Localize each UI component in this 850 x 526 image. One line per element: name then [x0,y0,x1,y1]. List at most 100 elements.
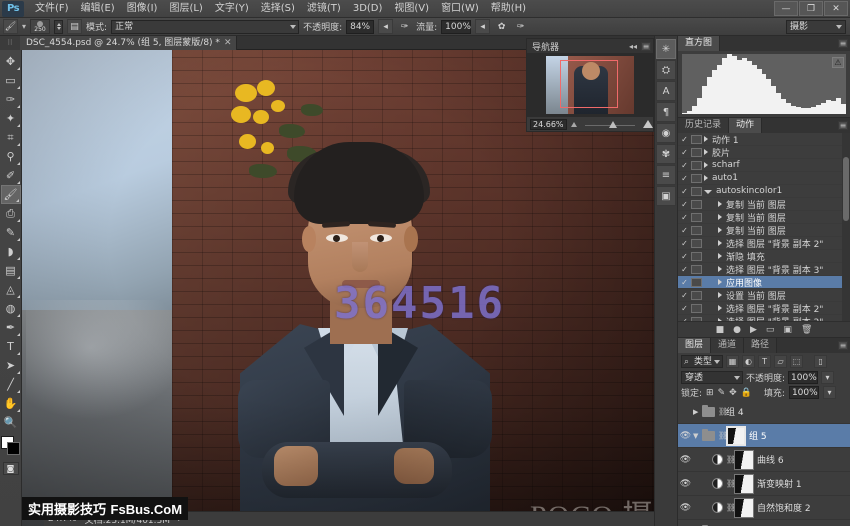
airbrush-pressure-opacity-icon[interactable]: ✑ [397,19,412,34]
action-toggle-check[interactable]: ✓ [678,174,691,183]
marquee-tool[interactable]: ▭ [1,71,21,90]
action-row[interactable]: ✓动作 1 [678,133,850,146]
new-action-button[interactable]: ▣ [783,325,792,335]
action-toggle-check[interactable]: ✓ [678,265,691,274]
minimize-button[interactable]: — [774,1,798,16]
histogram-menu-icon[interactable]: ≡ [838,39,848,48]
mask-link-icon[interactable]: ⛓ [718,431,726,440]
tablet-pressure-icon[interactable]: ✑ [513,19,528,34]
zoom-in-icon[interactable] [643,120,653,128]
action-dialog-toggle[interactable] [691,252,702,261]
record-action-button[interactable]: ● [733,325,741,335]
tab-channels[interactable]: 通道 [711,338,744,353]
tab-histogram[interactable]: 直方图 [678,36,720,51]
action-row[interactable]: ✓scharf [678,159,850,172]
action-toggle-check[interactable]: ✓ [678,291,691,300]
eye-icon[interactable]: 👁 [678,479,693,489]
mask-link-icon[interactable]: ⛓ [726,503,734,512]
character-rail-icon[interactable]: A [656,81,676,101]
eye-icon[interactable]: 👁 [678,431,693,441]
color-swatches[interactable] [1,436,21,458]
tab-grip-handle[interactable]: ⁝⁝ [0,36,20,50]
dodge-tool[interactable]: ◍ [1,299,21,318]
action-row[interactable]: ✓渐隐 填充 [678,250,850,263]
close-icon[interactable]: ✕ [224,36,232,50]
action-toggle-check[interactable]: ✓ [678,239,691,248]
mask-link-icon[interactable]: ⛓ [726,455,734,464]
layer-mask-thumbnail[interactable] [734,498,754,518]
layer-opacity-stepper[interactable]: ▾ [821,371,834,384]
lock-transparent-icon[interactable]: ⊞ [706,388,714,398]
delete-action-button[interactable]: 🗑 [801,325,812,335]
action-row[interactable]: ✓autoskincolor1 [678,185,850,198]
action-toggle-check[interactable]: ✓ [678,161,691,170]
action-toggle-check[interactable]: ✓ [678,187,691,196]
action-toggle-check[interactable]: ✓ [678,200,691,209]
clone-stamp-tool[interactable]: ⎙ [1,204,21,223]
filter-pixel-icon[interactable]: ▦ [726,355,739,368]
layer-mask-thumbnail[interactable] [734,450,754,470]
chevron-right-icon[interactable] [718,266,722,272]
tab-history[interactable]: 历史记录 [678,118,729,133]
action-toggle-check[interactable]: ✓ [678,252,691,261]
layers-list[interactable]: ▫▶⛓组 4👁▼⛓组 5👁⛓曲线 6👁⛓渐变映射 1👁⛓自然饱和度 2👁▼⛓Do… [678,400,850,526]
brush-tool-preview-icon[interactable]: 🖌 [3,19,18,34]
eye-icon[interactable]: ▫ [678,407,693,417]
layer-row[interactable]: 👁▼⛓组 5 [678,424,850,448]
path-select-tool[interactable]: ➤ [1,356,21,375]
action-row[interactable]: ✓设置 当前 图层 [678,289,850,302]
menu-layer[interactable]: 图层(L) [163,0,208,18]
chevron-right-icon[interactable] [718,305,722,311]
action-row[interactable]: ✓复制 当前 图层 [678,211,850,224]
tab-paths[interactable]: 路径 [744,338,777,353]
eye-icon[interactable]: 👁 [678,455,693,465]
menu-edit[interactable]: 编辑(E) [75,0,121,18]
lasso-tool[interactable]: ✑ [1,90,21,109]
zoom-out-icon[interactable] [571,122,577,127]
action-dialog-toggle[interactable] [691,174,702,183]
chevron-right-icon[interactable] [704,175,708,181]
filter-smart-icon[interactable]: ⬚ [790,355,803,368]
action-dialog-toggle[interactable] [691,200,702,209]
action-dialog-toggle[interactable] [691,213,702,222]
new-action-set-button[interactable]: ▭ [766,325,775,335]
histogram-rail-icon[interactable]: ✳ [656,39,676,59]
action-row[interactable]: ✓选择 图层 "背景 副本 2" [678,237,850,250]
history-brush-tool[interactable]: ✎ [1,223,21,242]
histogram-warning-icon[interactable]: ⚠ [832,57,844,68]
mask-link-icon[interactable]: ⛓ [718,407,726,416]
chevron-right-icon[interactable] [718,214,722,220]
chevron-right-icon[interactable]: ▶ [693,408,702,416]
layer-mask-thumbnail[interactable] [734,474,754,494]
action-dialog-toggle[interactable] [691,148,702,157]
menu-view[interactable]: 视图(V) [388,0,435,18]
lock-all-icon[interactable]: 🔒 [741,388,752,398]
brush-tool[interactable]: 🖌 [1,185,21,204]
action-row[interactable]: ✓胶片 [678,146,850,159]
zoom-tool[interactable]: 🔍 [1,413,21,432]
flow-pressure-icon[interactable]: ◂ [475,19,490,34]
layer-blend-mode-select[interactable]: 穿透 [681,371,743,384]
layer-row[interactable]: ▫▶⛓组 4 [678,400,850,424]
brush-panel-toggle-icon[interactable]: ▤ [67,19,82,34]
play-action-button[interactable]: ▶ [750,325,757,335]
chevron-right-icon[interactable] [718,253,722,259]
layer-mask-thumbnail[interactable] [726,426,746,446]
chevron-right-icon[interactable] [704,162,708,168]
adjustments-rail-icon[interactable]: ≡ [656,165,676,185]
chevron-right-icon[interactable] [718,279,722,285]
action-row[interactable]: ✓选择 图层 "背景 副本 3" [678,263,850,276]
brush-preset-rail-icon[interactable]: ✾ [656,144,676,164]
healing-brush-tool[interactable]: ✐ [1,166,21,185]
action-toggle-check[interactable]: ✓ [678,226,691,235]
menu-select[interactable]: 选择(S) [255,0,301,18]
actions-menu-icon[interactable]: ≡ [838,121,848,130]
move-tool[interactable]: ✥ [1,52,21,71]
layer-fill-input[interactable]: 100% [789,386,819,399]
shape-tool[interactable]: ╱ [1,375,21,394]
action-toggle-check[interactable]: ✓ [678,317,691,322]
menu-filter[interactable]: 滤镜(T) [301,0,347,18]
info-rail-icon[interactable]: ⛭ [656,60,676,80]
layer-row[interactable]: 👁⛓曲线 6 [678,448,850,472]
action-dialog-toggle[interactable] [691,161,702,170]
